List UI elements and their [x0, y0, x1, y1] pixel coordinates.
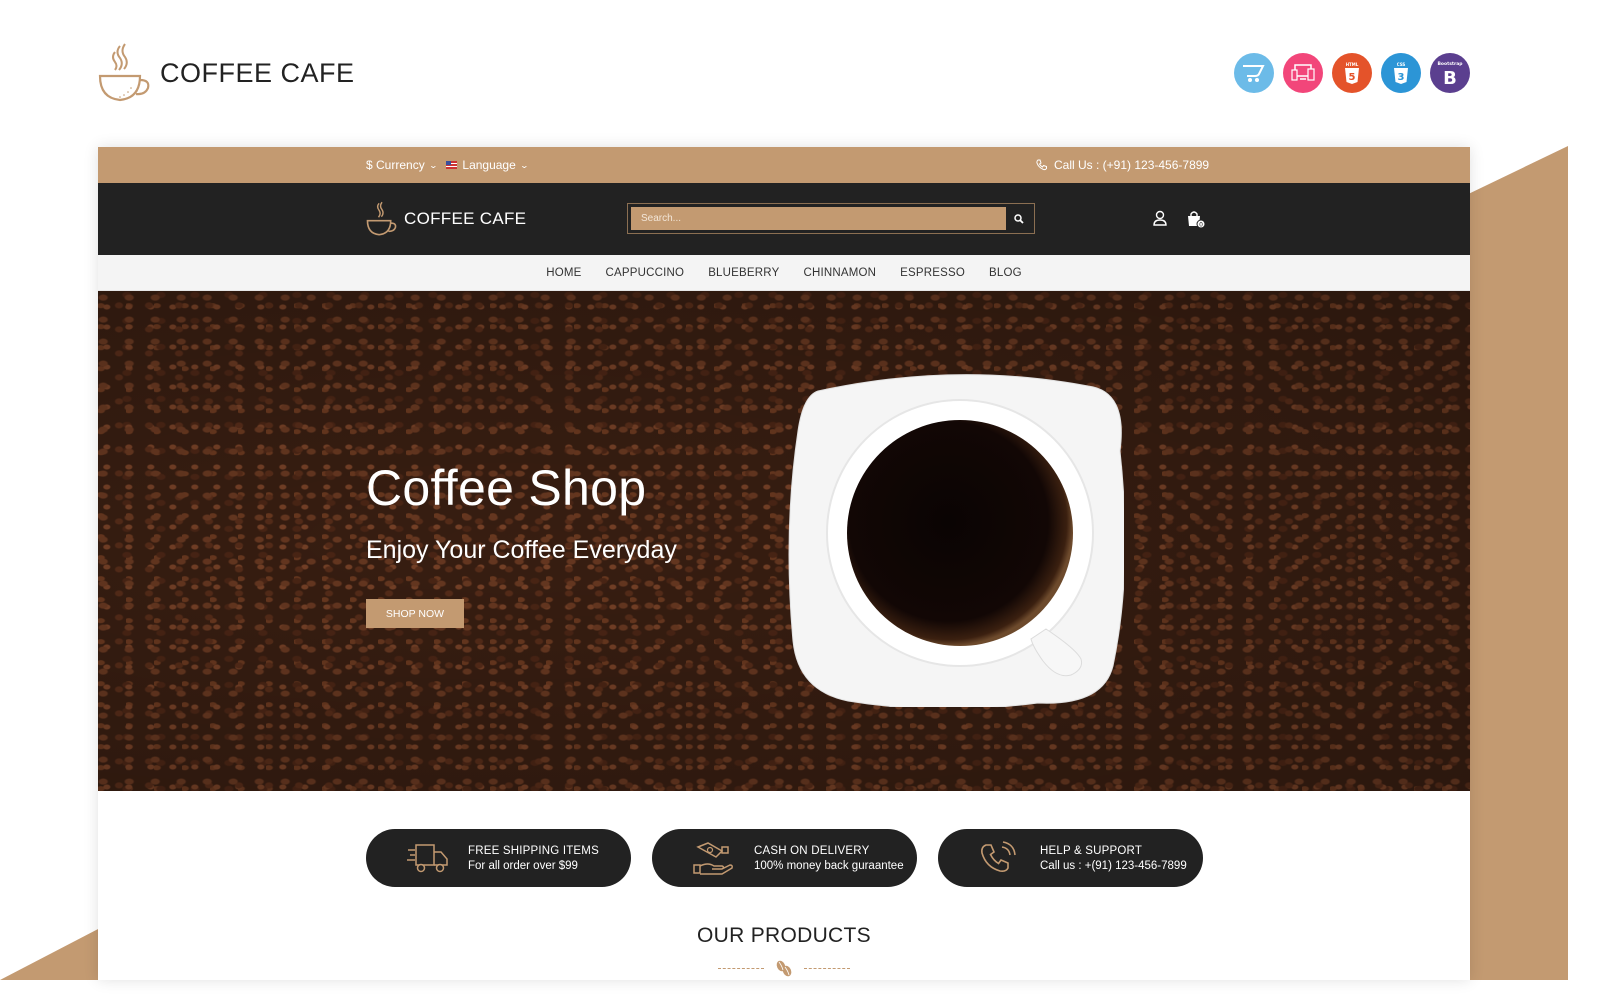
- nav-item-chinnamon[interactable]: CHINNAMON: [803, 267, 876, 279]
- svg-text:B: B: [1443, 68, 1457, 87]
- nav-item-blueberry[interactable]: BLUEBERRY: [708, 267, 779, 279]
- opencart-icon: [1234, 53, 1274, 93]
- divider-line: [718, 967, 764, 969]
- main-header: COFFEE CAFE 0: [98, 183, 1470, 255]
- cash-handshake-icon: [693, 842, 733, 875]
- cart-count: 0: [1199, 221, 1203, 228]
- search-button[interactable]: [1006, 207, 1031, 230]
- search-icon: [1013, 213, 1024, 224]
- html5-icon: HTML 5: [1332, 53, 1372, 93]
- currency-dropdown[interactable]: $ Currency ⌄: [366, 158, 438, 172]
- feature-help-support: HELP & SUPPORT Call us : +(91) 123-456-7…: [938, 829, 1203, 887]
- main-nav: HOME CAPPUCCINO BLUEBERRY CHINNAMON ESPR…: [98, 255, 1470, 291]
- hero-title: Coffee Shop: [366, 460, 647, 516]
- feature-title: FREE SHIPPING ITEMS: [468, 844, 599, 857]
- call-us-text: Call Us : (+91) 123-456-7899: [1054, 158, 1210, 172]
- brand-name: COFFEE CAFE: [160, 57, 355, 88]
- feature-desc: For all order over $99: [468, 859, 578, 872]
- svg-text:CSS: CSS: [1397, 62, 1406, 67]
- feature-free-shipping: FREE SHIPPING ITEMS For all order over $…: [366, 829, 631, 887]
- site-logo[interactable]: COFFEE CAFE: [366, 201, 526, 237]
- section-divider: [718, 957, 850, 979]
- search-bar: [627, 203, 1035, 234]
- nav-item-espresso[interactable]: ESPRESSO: [900, 267, 965, 279]
- bootstrap-icon: Bootstrap B: [1430, 53, 1470, 93]
- section-title-our-products: OUR PRODUCTS: [697, 924, 871, 947]
- hero-banner: Coffee Shop Enjoy Your Coffee Everyday S…: [98, 291, 1470, 791]
- shop-now-button[interactable]: SHOP NOW: [366, 599, 464, 628]
- feature-title: HELP & SUPPORT: [1040, 844, 1143, 857]
- chevron-down-icon: ⌄: [428, 160, 438, 170]
- feature-title: CASH ON DELIVERY: [754, 844, 870, 857]
- decorative-corner-right: [1460, 146, 1568, 980]
- language-label: Language: [462, 158, 516, 172]
- nav-item-blog[interactable]: BLOG: [989, 267, 1022, 279]
- svg-text:Bootstrap: Bootstrap: [1437, 61, 1463, 67]
- phone-support-icon: [981, 841, 1016, 872]
- website-preview: $ Currency ⌄ Language ⌄ Call Us : (+91) …: [98, 147, 1470, 980]
- feature-desc: Call us : +(91) 123-456-7899: [1040, 859, 1187, 872]
- feature-desc: 100% money back guraantee: [754, 859, 904, 872]
- nav-item-home[interactable]: HOME: [546, 267, 581, 279]
- svg-text:5: 5: [1349, 72, 1356, 83]
- site-logo-text: COFFEE CAFE: [404, 209, 527, 228]
- nav-item-cappuccino[interactable]: CAPPUCCINO: [606, 267, 685, 279]
- currency-label: $ Currency: [366, 158, 425, 172]
- coffee-cup-icon: [98, 43, 150, 102]
- shopping-bag-icon[interactable]: 0: [1186, 209, 1206, 229]
- coffee-cup-icon: [366, 201, 397, 236]
- features-row: FREE SHIPPING ITEMS For all order over $…: [366, 829, 1203, 887]
- delivery-truck-icon: [407, 844, 448, 873]
- call-us: Call Us : (+91) 123-456-7899: [1036, 158, 1209, 172]
- search-input[interactable]: [631, 207, 1006, 230]
- css3-icon: CSS 3: [1381, 53, 1421, 93]
- tech-badges: HTML 5 CSS 3 Bootstrap B: [1234, 53, 1470, 93]
- coffee-cup-image: [788, 374, 1124, 707]
- phone-icon: [1036, 159, 1047, 171]
- us-flag-icon: [446, 161, 458, 169]
- coffee-bean-icon: [776, 960, 792, 977]
- svg-text:HTML: HTML: [1346, 62, 1359, 67]
- brand-header: COFFEE CAFE: [98, 42, 355, 104]
- responsive-icon: [1283, 53, 1323, 93]
- chevron-down-icon: ⌄: [519, 160, 529, 170]
- decorative-corner-left: [0, 925, 100, 980]
- svg-text:3: 3: [1398, 72, 1405, 83]
- user-account-icon[interactable]: [1152, 210, 1168, 226]
- feature-cash-on-delivery: CASH ON DELIVERY 100% money back guraant…: [652, 829, 917, 887]
- divider-line: [804, 967, 850, 969]
- top-bar: $ Currency ⌄ Language ⌄ Call Us : (+91) …: [98, 147, 1470, 183]
- language-dropdown[interactable]: Language ⌄: [446, 158, 529, 172]
- hero-subtitle: Enjoy Your Coffee Everyday: [366, 536, 677, 564]
